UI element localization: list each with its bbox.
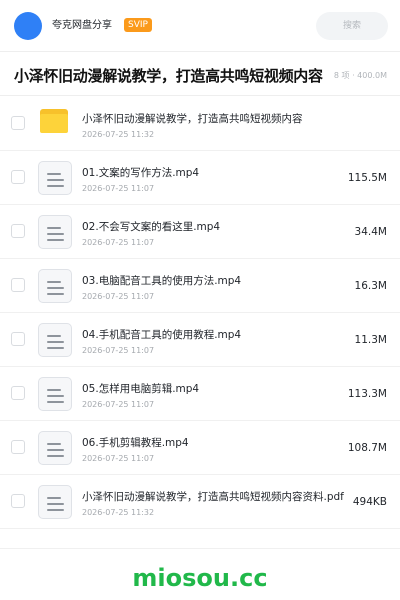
search-box[interactable] [316, 12, 388, 40]
watermark-text: miosou.cc [132, 564, 268, 592]
document-icon [38, 269, 72, 303]
list-item[interactable]: 小泽怀旧动漫解说教学，打造高共鸣短视频内容 2026-07-25 11:32 [0, 97, 400, 151]
page-title: 小泽怀旧动漫解说教学，打造高共鸣短视频内容 [14, 67, 323, 85]
file-size: 34.4M [354, 226, 387, 238]
top-bar: 夸克网盘分享 SVIP [0, 0, 400, 52]
folder-icon [40, 109, 68, 133]
select-checkbox[interactable] [11, 116, 25, 130]
folder-header: 小泽怀旧动漫解说教学，打造高共鸣短视频内容 8 项 · 400.0M [0, 52, 400, 96]
file-size: 115.5M [347, 172, 387, 184]
file-name: 06.手机剪辑教程.mp4 [82, 437, 189, 449]
file-name: 05.怎样用电脑剪辑.mp4 [82, 383, 200, 395]
file-size: 113.3M [347, 388, 387, 400]
list-item[interactable]: 03.电脑配音工具的使用方法.mp4 2026-07-25 11:07 16.3… [0, 259, 400, 313]
select-checkbox[interactable] [11, 386, 25, 400]
search-input[interactable] [316, 12, 388, 40]
list-item[interactable]: 02.不会写文案的看这里.mp4 2026-07-25 11:07 34.4M [0, 205, 400, 259]
file-date: 2026-07-25 11:07 [82, 292, 155, 301]
document-icon [38, 377, 72, 411]
avatar[interactable] [14, 12, 42, 40]
list-item[interactable]: 小泽怀旧动漫解说教学，打造高共鸣短视频内容资料.pdf 2026-07-25 1… [0, 475, 400, 529]
file-size: 16.3M [354, 280, 387, 292]
folder-summary: 8 项 · 400.0M [333, 71, 387, 80]
file-size: 11.3M [354, 334, 387, 346]
file-date: 2026-07-25 11:07 [82, 454, 155, 463]
file-date: 2026-07-25 11:07 [82, 346, 155, 355]
document-icon [38, 323, 72, 357]
file-name: 01.文案的写作方法.mp4 [82, 167, 200, 179]
select-checkbox[interactable] [11, 170, 25, 184]
file-date: 2026-07-25 11:32 [82, 130, 155, 139]
divider [0, 548, 400, 549]
file-date: 2026-07-25 11:07 [82, 238, 155, 247]
file-date: 2026-07-25 11:07 [82, 184, 155, 193]
file-date: 2026-07-25 11:32 [82, 508, 155, 517]
document-icon [38, 161, 72, 195]
svip-badge: SVIP [124, 18, 152, 32]
select-checkbox[interactable] [11, 224, 25, 238]
document-icon [38, 485, 72, 519]
file-name: 02.不会写文案的看这里.mp4 [82, 221, 221, 233]
file-name: 03.电脑配音工具的使用方法.mp4 [82, 275, 242, 287]
file-list: 小泽怀旧动漫解说教学，打造高共鸣短视频内容 2026-07-25 11:32 0… [0, 97, 400, 529]
file-name: 04.手机配音工具的使用教程.mp4 [82, 329, 242, 341]
document-icon [38, 431, 72, 465]
select-checkbox[interactable] [11, 332, 25, 346]
document-icon [38, 215, 72, 249]
file-name: 小泽怀旧动漫解说教学，打造高共鸣短视频内容资料.pdf [82, 491, 344, 503]
list-item[interactable]: 04.手机配音工具的使用教程.mp4 2026-07-25 11:07 11.3… [0, 313, 400, 367]
app-name: 夸克网盘分享 [52, 20, 112, 31]
file-date: 2026-07-25 11:07 [82, 400, 155, 409]
file-name: 小泽怀旧动漫解说教学，打造高共鸣短视频内容 [82, 113, 303, 125]
file-size: 108.7M [347, 442, 387, 454]
select-checkbox[interactable] [11, 494, 25, 508]
file-size: 494KB [352, 496, 387, 508]
select-checkbox[interactable] [11, 278, 25, 292]
select-checkbox[interactable] [11, 440, 25, 454]
list-item[interactable]: 01.文案的写作方法.mp4 2026-07-25 11:07 115.5M [0, 151, 400, 205]
list-item[interactable]: 05.怎样用电脑剪辑.mp4 2026-07-25 11:07 113.3M [0, 367, 400, 421]
list-item[interactable]: 06.手机剪辑教程.mp4 2026-07-25 11:07 108.7M [0, 421, 400, 475]
